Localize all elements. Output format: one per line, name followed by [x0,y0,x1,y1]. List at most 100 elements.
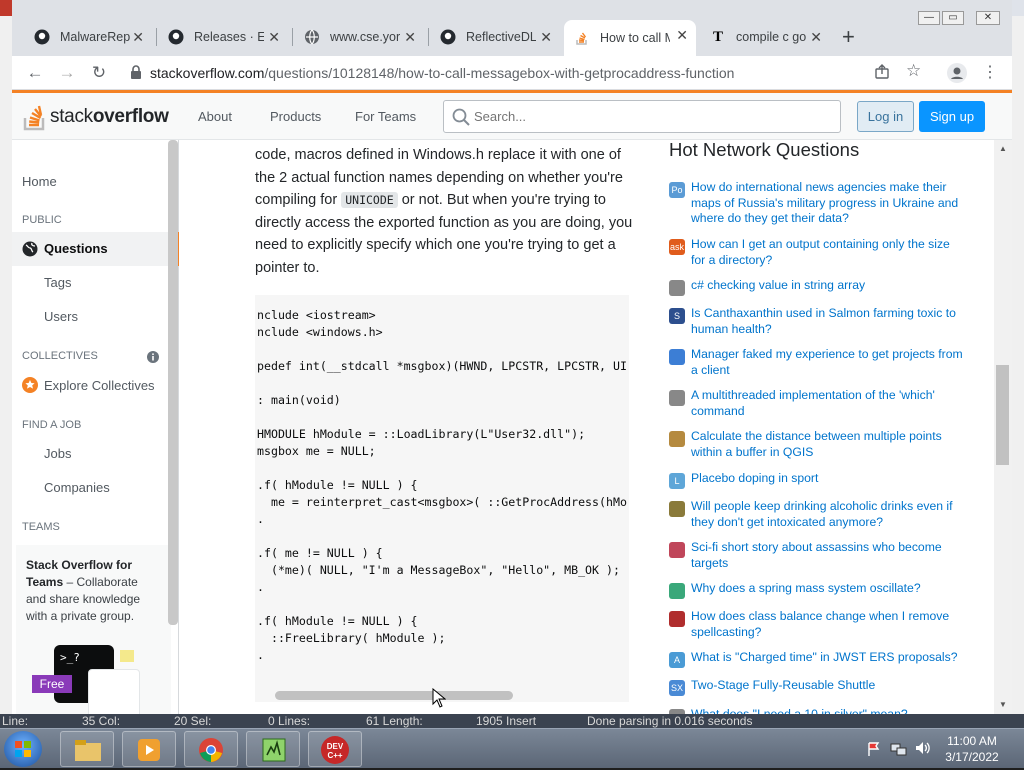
taskbar-explorer[interactable] [60,731,114,767]
hnq-link[interactable]: How can I get an output containing only … [691,237,963,268]
status-line: Line: [2,714,29,728]
status-parsing: Done parsing in 0.016 seconds [587,714,753,728]
site-favicon-icon [669,583,685,599]
close-tab-icon[interactable]: ✕ [268,29,280,46]
globe-icon [22,241,38,262]
section-collectives: COLLECTIVES [22,350,98,362]
github-icon [440,29,456,45]
share-icon[interactable] [874,64,890,85]
nav-users[interactable]: Users [44,309,78,324]
profile-icon[interactable] [947,63,967,88]
bookmark-star-icon[interactable]: ☆ [906,61,921,81]
svg-text:DEV: DEV [327,742,344,751]
hnq-link[interactable]: Is Canthaxanthin used in Salmon farming … [691,306,963,337]
inline-code: UNICODE [341,192,398,208]
hnq-link[interactable]: How does class balance change when I rem… [691,609,963,640]
site-favicon-icon: SX [669,680,685,696]
info-icon[interactable] [147,350,159,368]
devcpp-icon: DEV C++ [320,735,350,770]
nav-for-teams[interactable]: For Teams [355,109,416,124]
close-tab-icon[interactable]: ✕ [676,27,688,44]
browser-tab[interactable]: ReflectiveDLL ✕ [430,22,560,52]
so-search-box [443,100,841,133]
notepad-icon [261,737,287,768]
hnq-link[interactable]: Manager faked my experience to get proje… [691,347,963,378]
volume-icon[interactable] [914,740,932,761]
tray-time: 11:00 AM [947,734,997,748]
browser-tab-active[interactable]: How to call M ✕ [564,20,696,56]
browser-toolbar: ← → ↻ stackoverflow.com/questions/101281… [12,56,1012,90]
close-tab-icon[interactable]: ✕ [404,29,416,46]
background-window-edge [0,16,12,716]
free-badge: Free [32,675,72,693]
close-tab-icon[interactable]: ✕ [132,29,144,46]
chrome-icon [198,737,224,768]
browser-tab[interactable]: MalwareRepo ✕ [24,22,152,52]
hnq-link[interactable]: Why does a spring mass system oscillate? [691,581,963,597]
nav-products[interactable]: Products [270,109,321,124]
scroll-up-icon[interactable]: ▲ [999,144,1007,153]
browser-tab[interactable]: T compile c go ✕ [700,22,830,52]
github-icon [34,29,50,45]
nav-home[interactable]: Home [22,174,57,189]
menu-kebab-icon[interactable]: ⋮ [982,62,998,82]
nav-companies[interactable]: Companies [44,480,110,495]
section-find-a-job: FIND A JOB [22,419,82,431]
close-window-button[interactable]: ✕ [976,11,1000,25]
t-icon: T [712,28,723,45]
site-favicon-icon [669,542,685,558]
taskbar-notepad[interactable] [246,731,300,767]
taskbar-devcpp[interactable]: DEV C++ [308,731,362,767]
teams-illustration-note [120,650,134,662]
hnq-link[interactable]: What is "Charged time" in JWST ERS propo… [691,650,963,666]
browser-window: — ▭ ✕ MalwareRepo ✕ Releases · Em ✕ www.… [12,0,1012,716]
maximize-button[interactable]: ▭ [942,11,964,25]
tray-date: 3/17/2022 [945,750,999,764]
nav-explore-collectives[interactable]: Explore Collectives [44,378,155,393]
url-host: stackoverflow.com [150,65,265,81]
taskbar-chrome[interactable] [184,731,238,767]
hnq-link[interactable]: Sci-fi short story about assassins who b… [691,540,963,571]
signup-button[interactable]: Sign up [919,101,985,132]
nav-tags[interactable]: Tags [44,275,71,290]
nav-jobs[interactable]: Jobs [44,446,71,461]
browser-tab[interactable]: www.cse.york ✕ [294,22,424,52]
code-block: nclude <iostream> nclude <windows.h> ped… [255,295,629,702]
scroll-down-icon[interactable]: ▼ [999,700,1007,709]
forward-button[interactable]: → [56,62,78,84]
login-button[interactable]: Log in [857,101,914,132]
start-button[interactable] [4,731,42,767]
hnq-link[interactable]: Will people keep drinking alcoholic drin… [691,499,963,530]
address-bar[interactable]: stackoverflow.com/questions/10128148/how… [120,60,932,86]
hnq-link[interactable]: c# checking value in string array [691,278,963,294]
nav-about[interactable]: About [198,109,232,124]
hnq-link[interactable]: Calculate the distance between multiple … [691,429,963,460]
nav-questions[interactable]: Questions [12,232,179,266]
close-tab-icon[interactable]: ✕ [810,29,822,46]
taskbar-media-player[interactable] [122,731,176,767]
reload-button[interactable]: ↻ [88,62,110,84]
site-favicon-icon: S [669,308,685,324]
network-icon[interactable] [890,741,908,762]
browser-tab[interactable]: Releases · Em ✕ [158,22,288,52]
page-scrollbar-thumb[interactable] [996,365,1009,465]
so-logo[interactable]: stackoverflow [22,99,172,133]
back-button[interactable]: ← [24,62,46,84]
globe-icon [304,29,320,45]
hnq-link[interactable]: Placebo doping in sport [691,471,963,487]
site-favicon-icon: Po [669,182,685,198]
teams-promo: Stack Overflow for Teams – Collaborate a… [16,545,171,716]
sidebar-scrollbar[interactable] [168,140,178,625]
minimize-button[interactable]: — [918,11,940,25]
site-favicon-icon [669,390,685,406]
new-tab-button[interactable]: + [842,24,855,50]
hnq-link[interactable]: Two-Stage Fully-Reusable Shuttle [691,678,963,694]
github-icon [168,29,184,45]
search-input[interactable] [474,109,814,124]
tray-clock[interactable]: 11:00 AM 3/17/2022 [932,733,1012,765]
hnq-link[interactable]: How do international news agencies make … [691,180,963,227]
code-horizontal-scrollbar[interactable] [275,691,513,700]
hnq-link[interactable]: A multithreaded implementation of the 'w… [691,388,963,419]
close-tab-icon[interactable]: ✕ [540,29,552,46]
action-center-flag-icon[interactable] [866,741,882,762]
